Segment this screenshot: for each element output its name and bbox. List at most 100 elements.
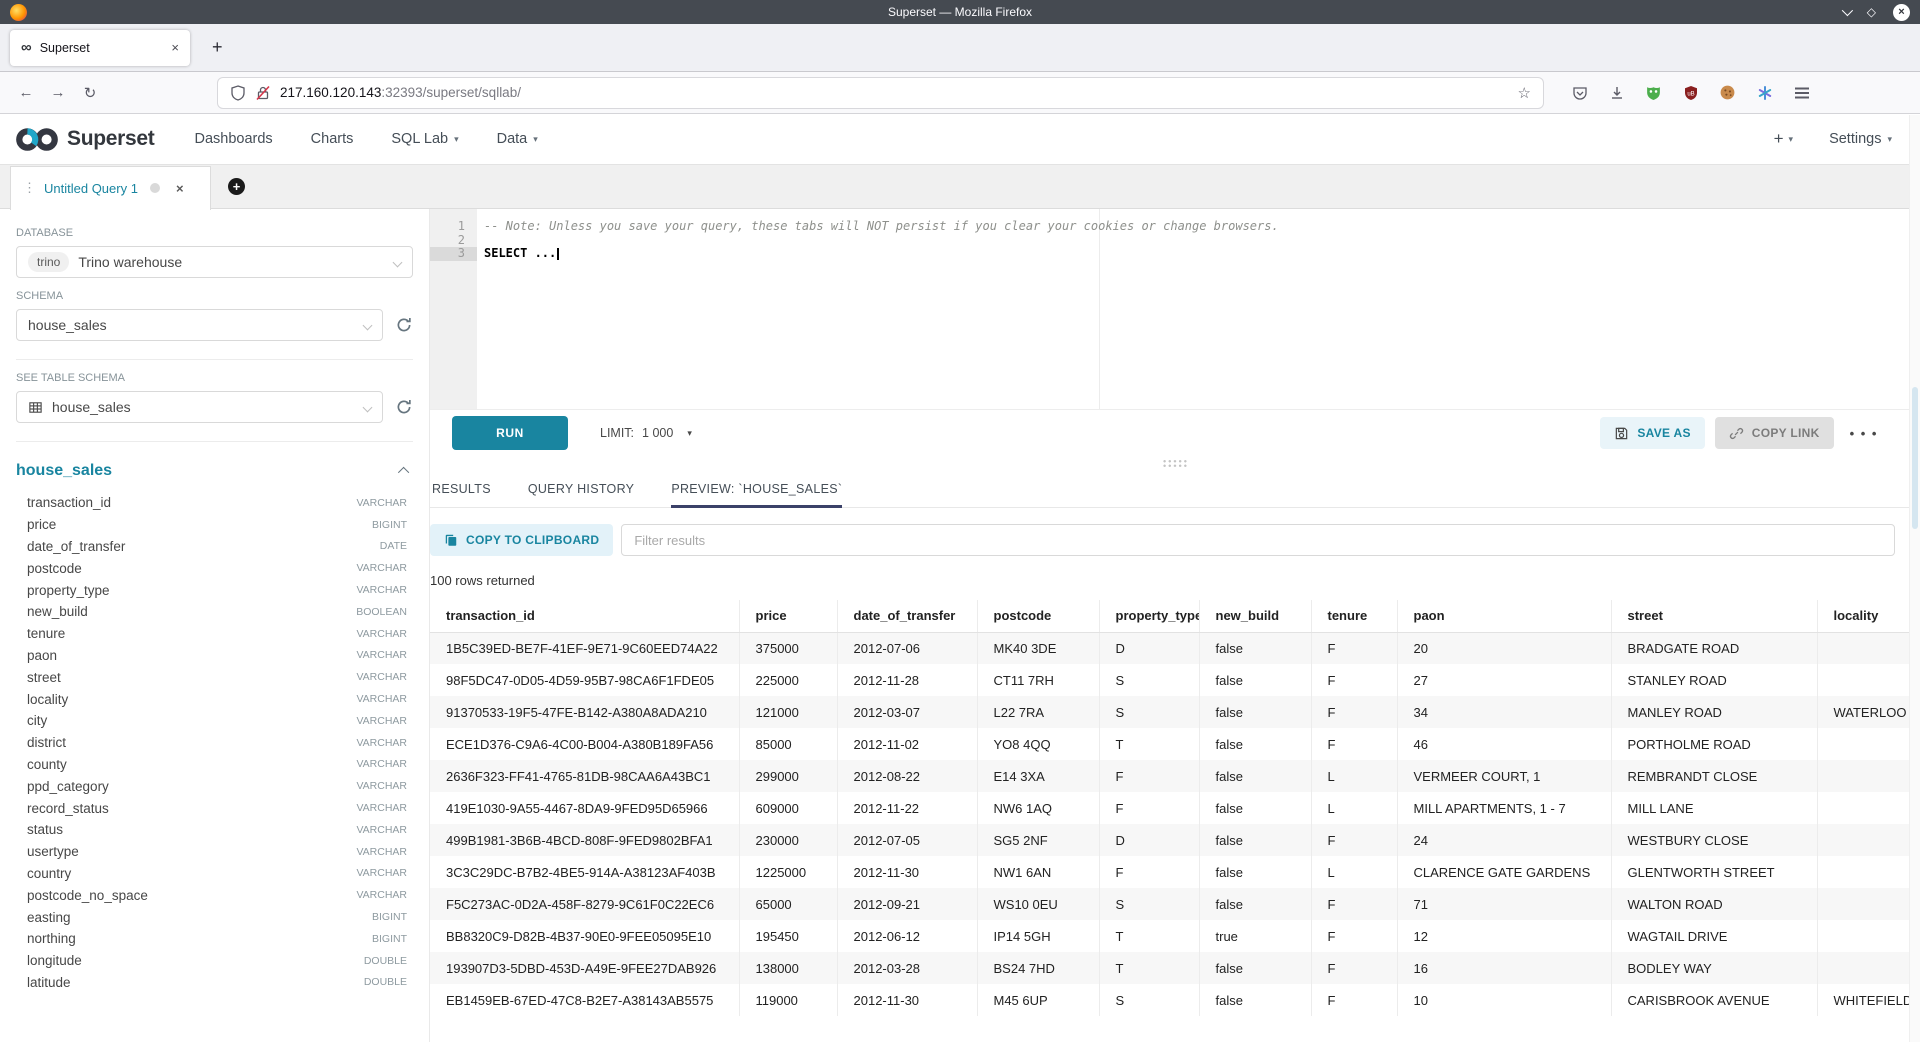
- nav-item-dashboards[interactable]: Dashboards: [194, 131, 272, 147]
- column-header[interactable]: date_of_transfer: [837, 600, 977, 632]
- cookie-extension-icon[interactable]: [1719, 84, 1736, 101]
- menu-icon[interactable]: [1793, 84, 1810, 101]
- more-options-button[interactable]: • • •: [1850, 426, 1878, 441]
- column-type: VARCHAR: [356, 737, 407, 749]
- table-cell: MILL APARTMENTS, 1 - 7: [1397, 792, 1611, 824]
- schema-column-row: eastingBIGINT: [16, 906, 413, 928]
- column-header[interactable]: property_type: [1099, 600, 1199, 632]
- copy-link-button[interactable]: COPY LINK: [1715, 417, 1834, 449]
- column-header[interactable]: postcode: [977, 600, 1099, 632]
- tab-close-icon[interactable]: ×: [171, 40, 179, 55]
- refresh-schema-icon[interactable]: [395, 316, 413, 334]
- forward-button[interactable]: →: [42, 79, 74, 107]
- new-tab-button[interactable]: +: [206, 37, 229, 58]
- column-type: VARCHAR: [356, 693, 407, 705]
- table-cell: 193907D3-5DBD-453D-A49E-9FEE27DAB926: [430, 952, 739, 984]
- sql-editor: 123 -- Note: Unless you save your query,…: [430, 209, 1920, 410]
- drag-handle-icon[interactable]: ⋮: [23, 180, 36, 196]
- browser-toolbar: ← → ↻ 217.160.120.143:32393/superset/sql…: [0, 72, 1920, 114]
- query-tab-close-icon[interactable]: ×: [176, 181, 184, 196]
- superset-logo[interactable]: Superset: [14, 126, 154, 153]
- table-row: 98F5DC47-0D05-4D59-95B7-98CA6F1FDE052250…: [430, 664, 1910, 696]
- sidebar-divider: [16, 359, 413, 360]
- shield-icon[interactable]: [230, 85, 246, 101]
- column-name: longitude: [27, 953, 82, 968]
- column-header[interactable]: locality: [1817, 600, 1910, 632]
- window-title: Superset — Mozilla Firefox: [0, 5, 1920, 19]
- column-name: date_of_transfer: [27, 539, 125, 554]
- table-cell: 2012-09-21: [837, 888, 977, 920]
- table-schema-title[interactable]: house_sales: [16, 462, 112, 480]
- column-header[interactable]: street: [1611, 600, 1817, 632]
- tab-preview[interactable]: PREVIEW: `HOUSE_SALES`: [671, 470, 842, 507]
- filter-results-input[interactable]: [621, 524, 1895, 556]
- column-name: postcode: [27, 561, 82, 576]
- table-cell: MK40 3DE: [977, 632, 1099, 664]
- table-cell: 20: [1397, 632, 1611, 664]
- window-minimize-icon[interactable]: [1842, 5, 1853, 16]
- column-name: property_type: [27, 583, 110, 598]
- nav-item-sql-lab[interactable]: SQL Lab▾: [391, 131, 458, 147]
- table-select[interactable]: house_sales: [16, 391, 383, 423]
- window-close-icon[interactable]: ×: [1893, 4, 1910, 21]
- tab-results[interactable]: RESULTS: [432, 470, 491, 507]
- table-cell: 16: [1397, 952, 1611, 984]
- code-line: -- Note: Unless you save your query, the…: [484, 220, 1920, 234]
- scrollbar-thumb[interactable]: [1912, 387, 1918, 529]
- table-cell: 609000: [739, 792, 837, 824]
- column-type: BIGINT: [372, 933, 407, 945]
- pane-splitter[interactable]: [430, 456, 1920, 470]
- database-select[interactable]: trino Trino warehouse: [16, 246, 413, 278]
- table-cell: D: [1099, 824, 1199, 856]
- column-header[interactable]: tenure: [1311, 600, 1397, 632]
- window-maximize-icon[interactable]: ◇: [1867, 6, 1876, 18]
- query-tab-active[interactable]: ⋮ Untitled Query 1 ×: [10, 166, 211, 210]
- back-button[interactable]: ←: [10, 79, 42, 107]
- editor-code-area[interactable]: -- Note: Unless you save your query, the…: [477, 209, 1920, 409]
- schema-column-row: cityVARCHAR: [16, 710, 413, 732]
- settings-menu[interactable]: Settings ▾: [1829, 131, 1892, 147]
- table-cell: GLENTWORTH STREET: [1611, 856, 1817, 888]
- run-button[interactable]: RUN: [452, 416, 568, 450]
- add-query-tab-button[interactable]: +: [228, 178, 245, 195]
- line-number: 1: [430, 220, 477, 234]
- column-header[interactable]: price: [739, 600, 837, 632]
- table-cell: L: [1311, 856, 1397, 888]
- url-bar[interactable]: 217.160.120.143:32393/superset/sqllab/ ☆: [218, 78, 1543, 108]
- reload-button[interactable]: ↻: [74, 79, 106, 107]
- nav-item-charts[interactable]: Charts: [311, 131, 354, 147]
- column-name: usertype: [27, 844, 79, 859]
- sqllab-editor-pane: 123 -- Note: Unless you save your query,…: [430, 209, 1920, 1042]
- save-as-button[interactable]: SAVE AS: [1600, 417, 1704, 449]
- refresh-table-icon[interactable]: [395, 398, 413, 416]
- collapse-chevron-up-icon[interactable]: [398, 467, 409, 478]
- column-type: VARCHAR: [356, 562, 407, 574]
- table-cell: 2012-08-22: [837, 760, 977, 792]
- privacy-extension-icon[interactable]: [1645, 84, 1662, 101]
- table-header-row: transaction_idpricedate_of_transferpostc…: [430, 600, 1910, 632]
- nav-item-data[interactable]: Data▾: [497, 131, 538, 147]
- table-cell: false: [1199, 792, 1311, 824]
- pocket-icon[interactable]: [1571, 84, 1588, 101]
- table-cell: 121000: [739, 696, 837, 728]
- table-cell: 91370533-19F5-47FE-B142-A380A8ADA210: [430, 696, 739, 728]
- containers-extension-icon[interactable]: [1756, 84, 1773, 101]
- lock-insecure-icon[interactable]: [255, 85, 271, 101]
- column-header[interactable]: paon: [1397, 600, 1611, 632]
- bookmark-star-icon[interactable]: ☆: [1518, 84, 1531, 102]
- table-row: 499B1981-3B6B-4BCD-808F-9FED9802BFA12300…: [430, 824, 1910, 856]
- limit-dropdown[interactable]: LIMIT: 1 000 ▾: [600, 426, 692, 440]
- column-header[interactable]: transaction_id: [430, 600, 739, 632]
- table-cell: F: [1311, 888, 1397, 920]
- schema-select[interactable]: house_sales: [16, 309, 383, 341]
- browser-tab[interactable]: ∞ Superset ×: [10, 30, 190, 66]
- schema-column-row: latitudeDOUBLE: [16, 972, 413, 994]
- table-cell: T: [1099, 952, 1199, 984]
- downloads-icon[interactable]: [1608, 84, 1625, 101]
- column-header[interactable]: new_build: [1199, 600, 1311, 632]
- ublock-icon[interactable]: uB: [1682, 84, 1699, 101]
- new-item-button[interactable]: + ▾: [1774, 129, 1793, 149]
- table-cell: MANLEY ROAD: [1611, 696, 1817, 728]
- tab-query-history[interactable]: QUERY HISTORY: [528, 470, 634, 507]
- copy-to-clipboard-button[interactable]: COPY TO CLIPBOARD: [430, 524, 613, 556]
